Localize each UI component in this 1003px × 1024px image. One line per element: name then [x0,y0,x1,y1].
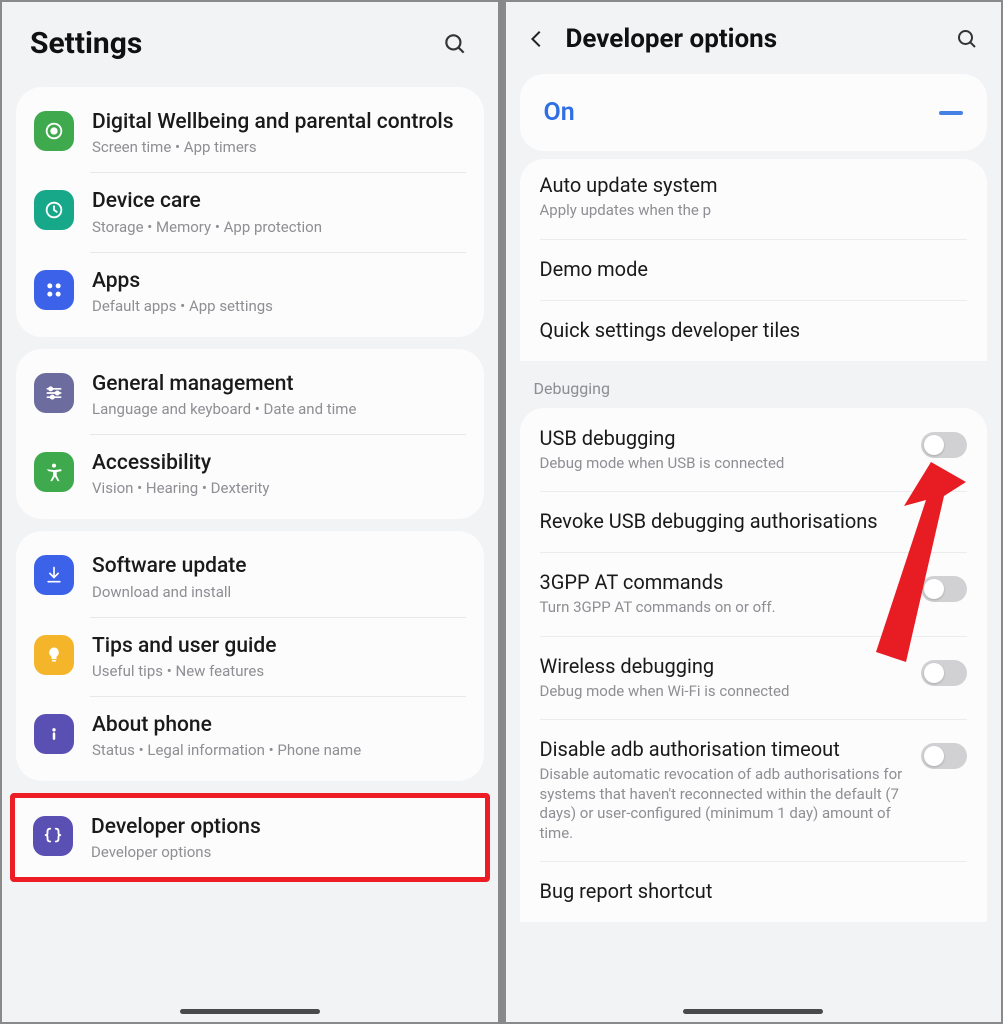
settings-group: Software update Download and install Tips … [16,531,484,781]
chevron-left-icon [526,28,548,50]
item-subtitle: Debug mode when Wi-Fi is connected [540,682,908,702]
search-button[interactable] [955,27,979,51]
master-toggle-label: On [544,98,575,127]
option-row-revoke-usb-debugging-authorisations[interactable]: Revoke USB debugging authorisations [520,491,988,552]
option-row-usb-debugging[interactable]: USB debugging Debug mode when USB is conn… [520,408,988,492]
debug-list: USB debugging Debug mode when USB is conn… [520,408,988,923]
home-indicator[interactable] [180,1009,320,1014]
developer-options-highlight: Developer options Developer options [10,793,490,882]
row-title: Tips and user guide [92,633,468,659]
search-icon [955,27,979,51]
item-title: Quick settings developer tiles [540,318,968,343]
developer-options-screen: Developer options On Auto update systemA… [504,0,1003,1024]
settings-row-tips-and-user-guide[interactable]: Tips and user guide Useful tips • New fea… [16,617,484,696]
settings-row-software-update[interactable]: Software update Download and install [16,537,484,616]
row-title: Accessibility [92,450,468,476]
tips-icon [34,635,74,675]
item-title: Revoke USB debugging authorisations [540,509,968,534]
row-title: About phone [92,712,468,738]
settings-screen: Settings Digital Wellbeing and parental … [0,0,500,1024]
item-title: Wireless debugging [540,654,908,679]
braces-icon [33,816,73,856]
settings-row-developer-options[interactable]: Developer options Developer options [15,798,485,877]
developer-options-header: Developer options [506,2,1002,68]
toggle-switch[interactable] [921,432,967,458]
item-subtitle: Turn 3GPP AT commands on or off. [540,598,908,618]
apps-icon [34,270,74,310]
master-toggle-row[interactable]: On [520,74,988,151]
settings-row-apps[interactable]: Apps Default apps • App settings [16,252,484,331]
accessibility-icon [34,452,74,492]
item-title: Bug report shortcut [540,879,968,904]
item-title: Demo mode [540,257,968,282]
item-title: USB debugging [540,426,908,451]
row-subtitle: Status • Legal information • Phone name [92,741,468,759]
search-button[interactable] [440,29,470,59]
row-title: Developer options [91,814,469,840]
row-subtitle: Developer options [91,843,469,861]
settings-row-about-phone[interactable]: About phone Status • Legal information • … [16,696,484,775]
toggle-on-indicator [939,111,963,115]
home-indicator[interactable] [683,1009,823,1014]
settings-header: Settings [2,2,498,75]
settings-row-accessibility[interactable]: Accessibility Vision • Hearing • Dexterit… [16,434,484,513]
about-icon [34,714,74,754]
row-subtitle: Language and keyboard • Date and time [92,400,468,418]
row-subtitle: Vision • Hearing • Dexterity [92,479,468,497]
option-row-demo-mode[interactable]: Demo mode [520,239,988,300]
item-subtitle: Debug mode when USB is connected [540,454,908,474]
option-row-quick-settings-developer-tiles[interactable]: Quick settings developer tiles [520,300,988,361]
settings-group: General management Language and keyboard … [16,349,484,520]
option-row-wireless-debugging[interactable]: Wireless debugging Debug mode when Wi-Fi … [520,636,988,720]
update-icon [34,555,74,595]
page-title: Settings [30,26,142,61]
search-icon [442,31,468,57]
page-title: Developer options [566,24,938,54]
item-title: Auto update system [540,173,968,198]
row-title: Digital Wellbeing and parental controls [92,109,468,135]
row-subtitle: Default apps • App settings [92,297,468,315]
pre-debug-list: Auto update system Apply updates when the… [520,159,988,361]
toggle-switch[interactable] [921,743,967,769]
option-row-auto-update-system[interactable]: Auto update system Apply updates when the… [520,159,988,239]
settings-row-device-care[interactable]: Device care Storage • Memory • App protec… [16,172,484,251]
settings-row-general-management[interactable]: General management Language and keyboard … [16,355,484,434]
item-subtitle: Apply updates when the p [540,201,968,221]
row-subtitle: Storage • Memory • App protection [92,218,468,236]
item-subtitle: Disable automatic revocation of adb auth… [540,765,908,843]
settings-row-digital-wellbeing-and-parental-controls[interactable]: Digital Wellbeing and parental controls S… [16,93,484,172]
toggle-switch[interactable] [921,660,967,686]
option-row-disable-adb-authorisation-timeout[interactable]: Disable adb authorisation timeout Disable… [520,719,988,861]
section-header-debugging: Debugging [506,361,1002,408]
devicecare-icon [34,190,74,230]
row-title: Software update [92,553,468,579]
option-row-3gpp-at-commands[interactable]: 3GPP AT commands Turn 3GPP AT commands on… [520,552,988,636]
row-title: Apps [92,268,468,294]
item-title: 3GPP AT commands [540,570,908,595]
toggle-switch[interactable] [921,576,967,602]
item-title: Disable adb authorisation timeout [540,737,908,762]
row-title: General management [92,371,468,397]
back-button[interactable] [526,28,548,50]
row-subtitle: Screen time • App timers [92,138,468,156]
row-subtitle: Useful tips • New features [92,662,468,680]
row-title: Device care [92,188,468,214]
sliders-icon [34,373,74,413]
wellbeing-icon [34,111,74,151]
row-subtitle: Download and install [92,583,468,601]
settings-group: Digital Wellbeing and parental controls S… [16,87,484,337]
option-row-bug-report-shortcut[interactable]: Bug report shortcut [520,861,988,922]
